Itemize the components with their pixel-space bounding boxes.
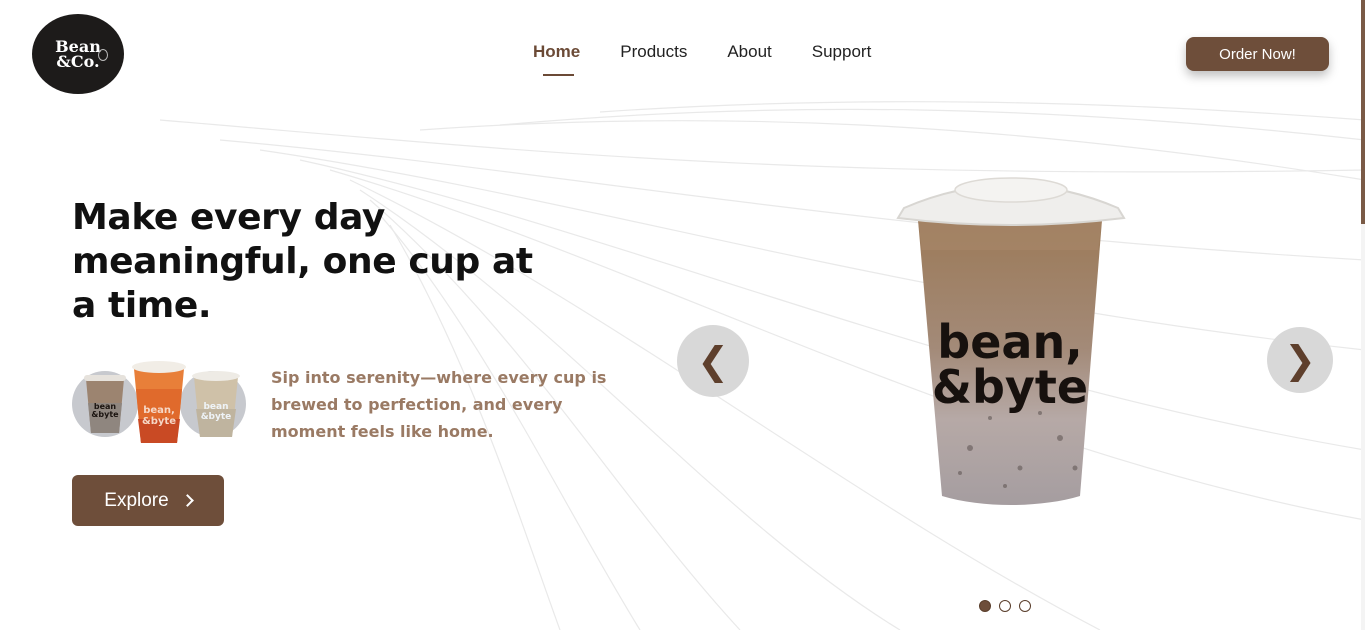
explore-button[interactable]: Explore	[72, 475, 224, 526]
carousel-next-button[interactable]: ❯	[1267, 327, 1333, 393]
nav-home[interactable]: Home	[533, 42, 580, 62]
hero-tagline: Sip into serenity—where every cup is bre…	[271, 368, 607, 441]
nav-about[interactable]: About	[727, 42, 771, 62]
thumbnail-matcha-latte: bean &byte	[192, 371, 240, 437]
svg-text:bean,: bean,	[143, 405, 175, 416]
logo-text: Bean &Co.	[55, 37, 101, 71]
explore-label: Explore	[104, 489, 169, 511]
svg-text:bean: bean	[203, 402, 228, 412]
carousel-dot-3[interactable]	[1019, 600, 1031, 612]
carousel-pagination	[979, 600, 1031, 612]
nav-active-underline	[543, 74, 574, 76]
featured-cup-image: bean, &byte	[896, 177, 1126, 505]
chevron-left-icon: ❮	[697, 339, 729, 383]
chevron-right-icon: ❯	[1284, 338, 1316, 382]
coffee-bean-logo-icon	[98, 49, 108, 61]
svg-text:&byte: &byte	[932, 360, 1088, 414]
nav-support[interactable]: Support	[812, 42, 872, 62]
svg-text:&byte: &byte	[201, 412, 232, 422]
svg-text:&byte: &byte	[91, 410, 119, 419]
brand-logo[interactable]: Bean &Co.	[32, 14, 124, 94]
carousel-dot-2[interactable]	[999, 600, 1011, 612]
scrollbar-thumb[interactable]	[1361, 0, 1365, 224]
hero-headline: Make every day meaningful, one cup at a …	[72, 197, 533, 326]
page-scrollbar[interactable]	[1361, 0, 1365, 630]
svg-text:&byte: &byte	[142, 416, 176, 427]
chevron-right-icon	[180, 494, 194, 507]
thumbnail-iced-latte: bean &byte	[84, 375, 126, 433]
carousel-prev-button[interactable]: ❮	[677, 325, 749, 397]
landing-page: Bean &Co. Home Products About Support Or…	[0, 0, 1365, 630]
nav-products[interactable]: Products	[620, 42, 687, 62]
order-now-button[interactable]: Order Now!	[1186, 37, 1329, 71]
carousel-dot-1[interactable]	[979, 600, 991, 612]
product-thumbnails: bean &byte bean, &byte bean &byte	[72, 355, 252, 450]
thumbnail-iced-tea: bean, &byte	[132, 361, 186, 443]
main-nav: Home Products About Support	[533, 42, 911, 76]
